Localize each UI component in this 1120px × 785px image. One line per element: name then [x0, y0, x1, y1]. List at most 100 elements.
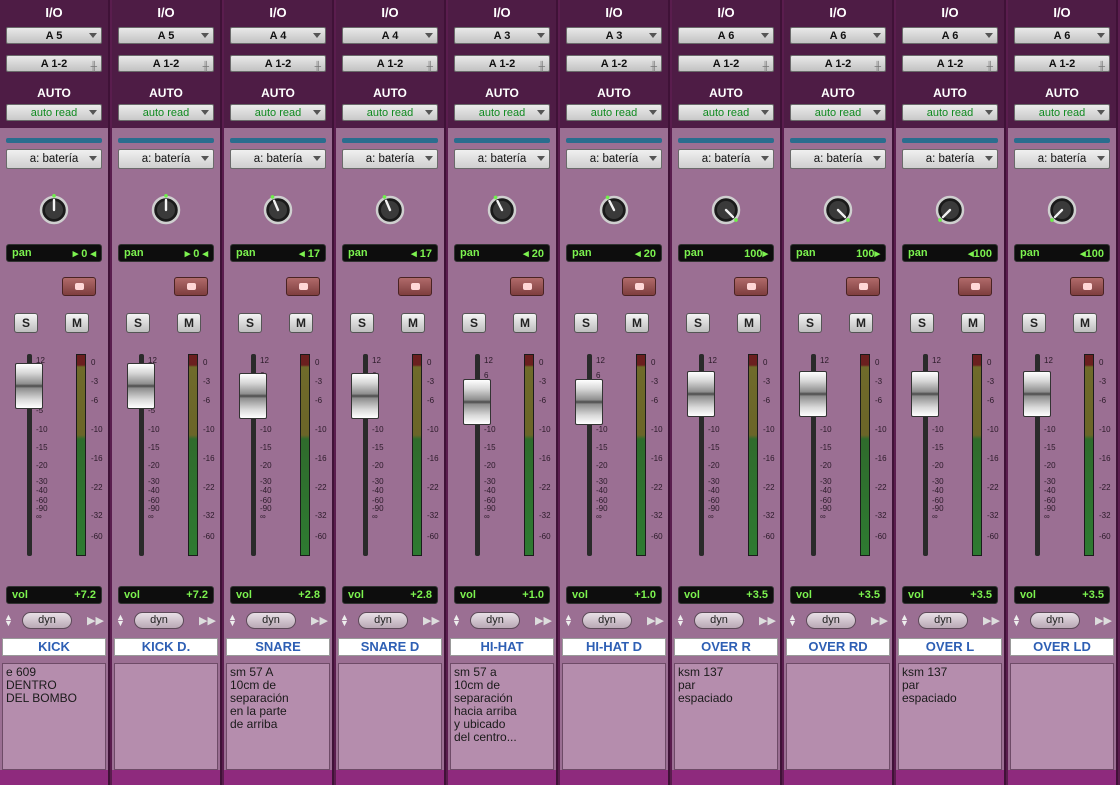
- dyn-button[interactable]: dyn: [22, 612, 72, 629]
- mute-button[interactable]: M: [513, 313, 537, 333]
- track-comments[interactable]: [114, 663, 218, 770]
- solo-button[interactable]: S: [910, 313, 934, 333]
- track-comments[interactable]: ksm 137 par espaciado: [898, 663, 1002, 770]
- solo-button[interactable]: S: [14, 313, 38, 333]
- volume-fader[interactable]: [687, 371, 715, 418]
- output-selector[interactable]: A 1-2 ╫: [678, 55, 774, 72]
- insert-selector[interactable]: a: batería: [118, 149, 214, 169]
- pan-knob[interactable]: [486, 194, 518, 226]
- volume-fader[interactable]: [911, 371, 939, 418]
- fast-forward-icon[interactable]: ▶▶: [1095, 614, 1112, 627]
- record-enable-button[interactable]: [1070, 277, 1104, 296]
- pan-display[interactable]: pan ◂100: [902, 244, 998, 262]
- automation-mode-selector[interactable]: auto read: [790, 104, 886, 121]
- up-down-arrows-icon[interactable]: ▲ ▼: [676, 613, 685, 628]
- dyn-button[interactable]: dyn: [246, 612, 296, 629]
- mute-button[interactable]: M: [1073, 313, 1097, 333]
- solo-button[interactable]: S: [126, 313, 150, 333]
- volume-fader[interactable]: [799, 371, 827, 418]
- automation-mode-selector[interactable]: auto read: [902, 104, 998, 121]
- volume-fader[interactable]: [575, 378, 603, 425]
- track-comments[interactable]: [1010, 663, 1114, 770]
- pan-display[interactable]: pan 100▸: [678, 244, 774, 262]
- mute-button[interactable]: M: [625, 313, 649, 333]
- insert-selector[interactable]: a: batería: [566, 149, 662, 169]
- output-selector[interactable]: A 1-2 ╫: [1014, 55, 1110, 72]
- volume-display[interactable]: vol +7.2: [118, 586, 214, 604]
- insert-selector[interactable]: a: batería: [454, 149, 550, 169]
- volume-display[interactable]: vol +3.5: [678, 586, 774, 604]
- output-selector[interactable]: A 1-2 ╫: [566, 55, 662, 72]
- volume-display[interactable]: vol +7.2: [6, 586, 102, 604]
- record-enable-button[interactable]: [62, 277, 96, 296]
- up-down-arrows-icon[interactable]: ▲ ▼: [340, 613, 349, 628]
- fast-forward-icon[interactable]: ▶▶: [423, 614, 440, 627]
- volume-display[interactable]: vol +3.5: [902, 586, 998, 604]
- fast-forward-icon[interactable]: ▶▶: [871, 614, 888, 627]
- mute-button[interactable]: M: [65, 313, 89, 333]
- track-comments[interactable]: [562, 663, 666, 770]
- insert-selector[interactable]: a: batería: [230, 149, 326, 169]
- automation-mode-selector[interactable]: auto read: [566, 104, 662, 121]
- fast-forward-icon[interactable]: ▶▶: [535, 614, 552, 627]
- up-down-arrows-icon[interactable]: ▲ ▼: [228, 613, 237, 628]
- fast-forward-icon[interactable]: ▶▶: [983, 614, 1000, 627]
- insert-selector[interactable]: a: batería: [902, 149, 998, 169]
- dyn-button[interactable]: dyn: [470, 612, 520, 629]
- up-down-arrows-icon[interactable]: ▲ ▼: [452, 613, 461, 628]
- fast-forward-icon[interactable]: ▶▶: [311, 614, 328, 627]
- output-selector[interactable]: A 1-2 ╫: [118, 55, 214, 72]
- input-selector[interactable]: A 6: [902, 27, 998, 44]
- mute-button[interactable]: M: [737, 313, 761, 333]
- dyn-button[interactable]: dyn: [582, 612, 632, 629]
- dyn-button[interactable]: dyn: [806, 612, 856, 629]
- input-selector[interactable]: A 6: [678, 27, 774, 44]
- mute-button[interactable]: M: [961, 313, 985, 333]
- automation-mode-selector[interactable]: auto read: [118, 104, 214, 121]
- dyn-button[interactable]: dyn: [358, 612, 408, 629]
- track-name[interactable]: OVER RD: [786, 638, 890, 656]
- pan-display[interactable]: pan ◂100: [1014, 244, 1110, 262]
- mute-button[interactable]: M: [289, 313, 313, 333]
- track-name[interactable]: HI-HAT D: [562, 638, 666, 656]
- track-name[interactable]: HI-HAT: [450, 638, 554, 656]
- pan-display[interactable]: pan ▸ 0 ◂: [118, 244, 214, 262]
- input-selector[interactable]: A 6: [790, 27, 886, 44]
- record-enable-button[interactable]: [734, 277, 768, 296]
- output-selector[interactable]: A 1-2 ╫: [6, 55, 102, 72]
- track-name[interactable]: OVER LD: [1010, 638, 1114, 656]
- solo-button[interactable]: S: [686, 313, 710, 333]
- volume-fader[interactable]: [15, 363, 43, 410]
- insert-selector[interactable]: a: batería: [1014, 149, 1110, 169]
- automation-mode-selector[interactable]: auto read: [1014, 104, 1110, 121]
- input-selector[interactable]: A 6: [1014, 27, 1110, 44]
- fast-forward-icon[interactable]: ▶▶: [199, 614, 216, 627]
- track-comments[interactable]: sm 57 a 10cm de separación hacia arriba …: [450, 663, 554, 770]
- output-selector[interactable]: A 1-2 ╫: [902, 55, 998, 72]
- track-name[interactable]: OVER R: [674, 638, 778, 656]
- track-comments[interactable]: [786, 663, 890, 770]
- pan-knob[interactable]: [150, 194, 182, 226]
- pan-knob[interactable]: [934, 194, 966, 226]
- volume-display[interactable]: vol +1.0: [566, 586, 662, 604]
- up-down-arrows-icon[interactable]: ▲ ▼: [788, 613, 797, 628]
- pan-display[interactable]: pan 100▸: [790, 244, 886, 262]
- track-comments[interactable]: ksm 137 par espaciado: [674, 663, 778, 770]
- dyn-button[interactable]: dyn: [918, 612, 968, 629]
- dyn-button[interactable]: dyn: [1030, 612, 1080, 629]
- pan-display[interactable]: pan ◂ 17: [342, 244, 438, 262]
- volume-display[interactable]: vol +3.5: [1014, 586, 1110, 604]
- dyn-button[interactable]: dyn: [694, 612, 744, 629]
- mute-button[interactable]: M: [177, 313, 201, 333]
- up-down-arrows-icon[interactable]: ▲ ▼: [4, 613, 13, 628]
- record-enable-button[interactable]: [174, 277, 208, 296]
- pan-knob[interactable]: [1046, 194, 1078, 226]
- record-enable-button[interactable]: [286, 277, 320, 296]
- track-name[interactable]: KICK D.: [114, 638, 218, 656]
- solo-button[interactable]: S: [1022, 313, 1046, 333]
- pan-knob[interactable]: [38, 194, 70, 226]
- up-down-arrows-icon[interactable]: ▲ ▼: [900, 613, 909, 628]
- automation-mode-selector[interactable]: auto read: [342, 104, 438, 121]
- record-enable-button[interactable]: [958, 277, 992, 296]
- insert-selector[interactable]: a: batería: [6, 149, 102, 169]
